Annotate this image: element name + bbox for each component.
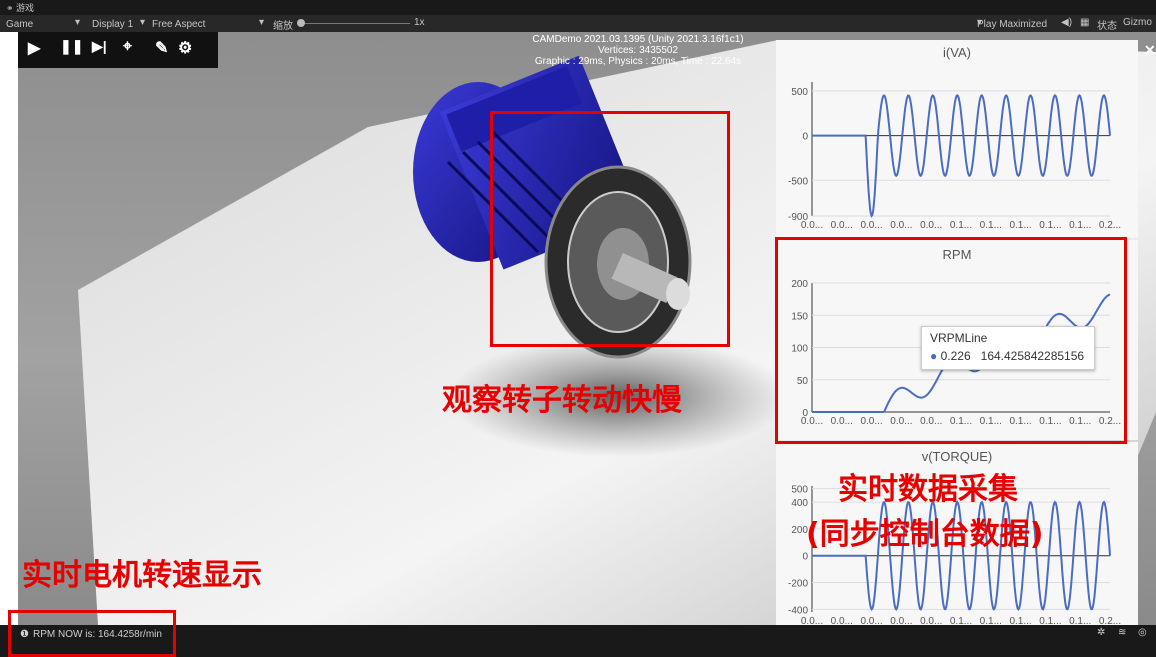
game-tab-title: 游戏 [16, 3, 35, 13]
stats-grid-icon[interactable]: ▦ [1080, 17, 1089, 28]
play-icon[interactable]: ▶ [28, 38, 40, 58]
chart-panel-current: i(VA) 500 0 -500 -900 0.0... 0.0... 0.0... 0.0.… [776, 40, 1138, 238]
x-tick-label: 0.1... [1069, 616, 1091, 625]
aspect-label: Free Aspect [152, 19, 206, 30]
data-collection-annotation: 实时数据采集 [838, 472, 1018, 507]
scale-value: 1x [414, 17, 425, 28]
x-tick-label: 0.1... [1009, 220, 1031, 231]
x-tick-label: 0.0... [920, 616, 942, 625]
left-edge-strip [0, 32, 18, 625]
gamepad-icon: ⚭ [6, 3, 17, 13]
game-tab[interactable]: ⚭ 游戏 [6, 1, 34, 14]
play-mode-label: Play Maximized [977, 19, 1048, 30]
x-tick-label: 0.0... [890, 616, 912, 625]
series-line [812, 94, 1111, 218]
x-tick-label: 0.1... [950, 616, 972, 625]
rpm-chart-highlight-box [775, 237, 1127, 444]
mute-audio-icon[interactable]: ◀) [1061, 17, 1072, 28]
scale-slider-track[interactable] [302, 23, 410, 24]
chevron-down-icon[interactable]: ▾ [140, 17, 145, 28]
x-tick-label: 0.0... [801, 220, 823, 231]
camera-focus-icon[interactable]: ⌖ [123, 38, 132, 56]
x-tick-label: 0.0... [920, 220, 942, 231]
y-tick-label: -500 [788, 176, 808, 187]
x-tick-label: 0.1... [980, 616, 1002, 625]
y-tick-label: 0 [802, 132, 808, 143]
x-tick-label: 0.0... [860, 220, 882, 231]
x-tick-label: 0.0... [801, 616, 823, 625]
step-icon[interactable]: ▶| [92, 38, 107, 55]
x-tick-label: 0.0... [831, 616, 853, 625]
lighting-icon[interactable]: ◎ [1138, 627, 1147, 638]
chart-current-svg: 5000-500-9000.0... 0.0... 0.0... 0.0... 0.0.… [788, 82, 1121, 231]
status-highlight-box [8, 610, 176, 657]
display-label: Display 1 [92, 19, 134, 30]
gizmos-toggle[interactable]: Gizmo [1123, 17, 1152, 28]
y-tick-label: -400 [788, 605, 808, 616]
stats-timing: Graphic : 29ms, Physics : 20ms, Time : 2… [534, 56, 742, 67]
rotor-highlight-box [490, 111, 730, 347]
x-tick-label: 0.2... [1099, 220, 1121, 231]
view-mode-label: Game [6, 19, 34, 30]
x-tick-label: 0.2... [1099, 616, 1121, 625]
wand-icon[interactable]: ✎ [155, 38, 168, 58]
gear-icon[interactable]: ⚙ [178, 38, 192, 58]
x-tick-label: 0.0... [831, 220, 853, 231]
rpm-display-annotation: 实时电机转速显示 [22, 558, 262, 593]
playback-controls: ▶ ❚❚ ▶| ⌖ ✎ ⚙ [18, 32, 218, 68]
x-tick-label: 0.0... [890, 220, 912, 231]
game-view-toolbar: Game ▾ Display 1 ▾ Free Aspect ▾ 缩放 1x P… [0, 15, 1156, 32]
chevron-down-icon[interactable]: ▾ [75, 17, 80, 28]
status-toggle[interactable]: 状态 [1097, 17, 1117, 32]
x-tick-label: 0.1... [1069, 220, 1091, 231]
y-tick-label: 400 [791, 498, 808, 509]
x-tick-label: 0.1... [950, 220, 972, 231]
x-tick-label: 0.1... [980, 220, 1002, 231]
x-tick-label: 0.1... [1009, 616, 1031, 625]
scale-label: 缩放 [273, 21, 293, 32]
play-mode-dropdown[interactable]: Play Maximized ▾ [977, 17, 1047, 30]
y-tick-label: -200 [788, 579, 808, 590]
game-viewport[interactable]: CAMDemo 2021.03.1395 (Unity 2021.3.16f1c… [18, 32, 1156, 625]
scene-stats-overlay: CAMDemo 2021.03.1395 (Unity 2021.3.16f1c… [478, 34, 798, 67]
x-tick-label: 0.1... [1039, 220, 1061, 231]
y-tick-label: 500 [791, 485, 808, 496]
stats-version: CAMDemo 2021.03.1395 (Unity 2021.3.16f1c… [532, 34, 744, 45]
layers-icon[interactable]: ≋ [1118, 627, 1126, 638]
x-tick-label: 0.0... [860, 616, 882, 625]
x-tick-label: 0.1... [1039, 616, 1061, 625]
bug-icon[interactable]: ✲ [1097, 627, 1105, 638]
close-icon[interactable]: ✕ [1144, 42, 1156, 59]
y-tick-label: 0 [802, 552, 808, 563]
pause-icon[interactable]: ❚❚ [60, 38, 83, 55]
stats-vertices: Vertices: 3435502 [597, 45, 679, 56]
chevron-down-icon[interactable]: ▾ [259, 17, 264, 28]
editor-tab-strip: ⚭ 游戏 [0, 0, 1156, 15]
rotor-annotation: 观察转子转动快慢 [442, 383, 682, 418]
y-tick-label: 500 [791, 87, 808, 98]
console-sync-annotation: (同步控制台数据) [806, 517, 1044, 552]
scale-slider-handle[interactable] [297, 19, 305, 27]
